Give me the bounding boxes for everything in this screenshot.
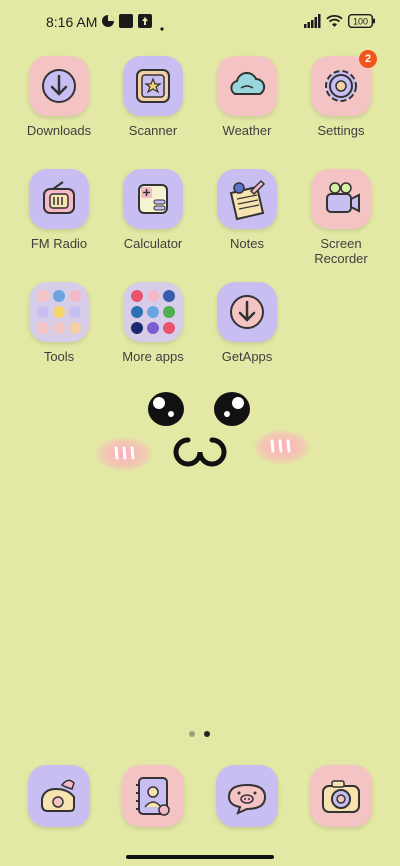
- app-label: Scanner: [128, 123, 178, 138]
- mini-app-icon: [147, 306, 159, 318]
- gear-icon: 2: [311, 50, 377, 116]
- wifi-icon: [326, 14, 343, 33]
- mini-app-icon: [37, 306, 49, 318]
- app-settings[interactable]: 2 Settings: [295, 50, 387, 138]
- mini-app-icon: [69, 322, 81, 334]
- mini-app-icon: [163, 306, 175, 318]
- dot-icon: [160, 18, 164, 36]
- cloud-icon: [217, 56, 277, 116]
- dock-contacts[interactable]: [122, 765, 184, 827]
- dock-phone[interactable]: [28, 765, 90, 827]
- mini-app-icon: [163, 290, 175, 302]
- dock-messages[interactable]: [216, 765, 278, 827]
- app-label: Downloads: [26, 123, 92, 138]
- scanner-star-icon: [123, 56, 183, 116]
- download-arrow-icon: [29, 56, 89, 116]
- mini-app-icon: [163, 322, 175, 334]
- app-label: Calculator: [123, 236, 183, 251]
- contacts-book-icon: [136, 777, 170, 816]
- radio-icon: [29, 169, 89, 229]
- app-calculator[interactable]: Calculator: [107, 169, 199, 251]
- battery-level: 100: [353, 16, 368, 26]
- blush-lines-icon: [114, 439, 291, 460]
- folder-more-apps[interactable]: More apps: [107, 282, 199, 364]
- app-label: GetApps: [221, 349, 273, 364]
- label-line-2: Recorder: [314, 251, 368, 266]
- app-label: Screen Recorder: [295, 236, 387, 266]
- square-icon: [119, 14, 133, 33]
- app-label: Notes: [230, 236, 264, 251]
- mini-app-icon: [53, 322, 65, 334]
- folder-tools[interactable]: Tools: [13, 282, 105, 364]
- app-label: Weather: [222, 123, 272, 138]
- dock-camera[interactable]: [310, 765, 372, 827]
- mini-app-icon: [131, 322, 143, 334]
- folder-icon: [123, 282, 183, 342]
- mini-app-icon: [131, 306, 143, 318]
- label-line-1: Screen: [320, 236, 362, 251]
- app-notes[interactable]: Notes: [201, 169, 293, 251]
- mini-app-icon: [37, 322, 49, 334]
- app-downloads[interactable]: Downloads: [13, 56, 105, 138]
- camera-icon: [322, 780, 360, 813]
- telephone-icon: [41, 779, 75, 812]
- app-getapps[interactable]: GetApps: [201, 282, 293, 364]
- mini-app-icon: [131, 290, 143, 302]
- folder-icon: [29, 282, 89, 342]
- mini-app-icon: [69, 290, 81, 302]
- app-screen-recorder[interactable]: Screen Recorder: [295, 169, 387, 266]
- mini-app-icon: [53, 306, 65, 318]
- app-label: FM Radio: [30, 236, 88, 251]
- page-dot-1[interactable]: [189, 731, 195, 737]
- signal-icon: [304, 14, 322, 33]
- mini-app-icon: [147, 322, 159, 334]
- download-arrow-icon: [217, 282, 277, 342]
- status-time: 8:16 AM: [46, 14, 98, 30]
- app-weather[interactable]: Weather: [201, 56, 293, 138]
- app-label: More apps: [122, 349, 184, 364]
- calculator-icon: [123, 169, 183, 229]
- upload-box-icon: [138, 14, 152, 33]
- mini-app-icon: [147, 290, 159, 302]
- mini-app-icon: [53, 290, 65, 302]
- app-label: Settings: [317, 123, 365, 138]
- mini-app-icon: [37, 290, 49, 302]
- video-camera-icon: [311, 169, 371, 229]
- app-fm-radio[interactable]: FM Radio: [13, 169, 105, 251]
- notification-icon: [101, 14, 115, 33]
- app-label: Tools: [43, 349, 75, 364]
- notepad-icon: [217, 169, 277, 229]
- mini-app-icon: [69, 306, 81, 318]
- notification-badge: 2: [359, 50, 377, 68]
- home-indicator[interactable]: [126, 855, 274, 859]
- battery-icon: 100: [347, 13, 376, 33]
- app-scanner[interactable]: Scanner: [107, 56, 199, 138]
- status-bar: 8:16 AM 100: [0, 0, 400, 44]
- wallpaper-face: [0, 380, 400, 500]
- page-dot-2[interactable]: [204, 731, 210, 737]
- pig-message-icon: [227, 783, 267, 815]
